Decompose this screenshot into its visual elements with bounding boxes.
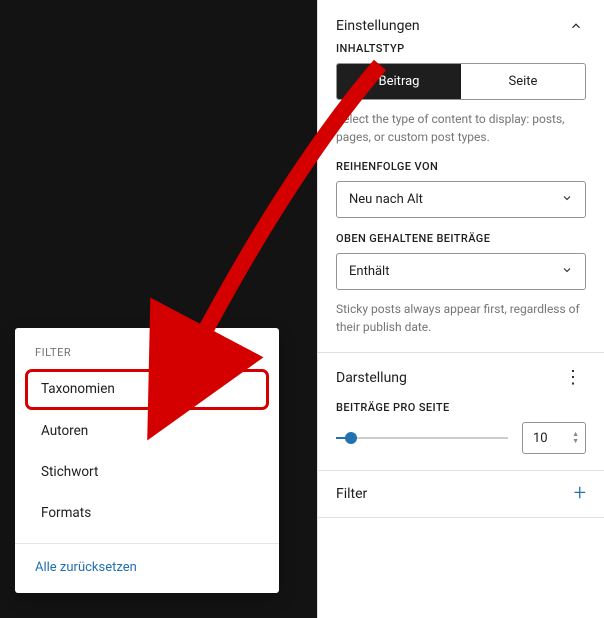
content-type-help: Select the type of content to display: p…: [336, 110, 586, 146]
per-page-slider[interactable]: [336, 428, 508, 448]
label-reihenfolge: REIHENFOLGE VON: [336, 160, 586, 173]
order-select[interactable]: Neu nach Alt: [336, 181, 586, 218]
filter-reset-link[interactable]: Alle zurücksetzen: [15, 544, 279, 593]
section-darstellung: Darstellung ⋮ BEITRÄGE PRO SEITE 10 ▲ ▼: [318, 353, 604, 471]
label-inhaltstyp: INHALTSTYP: [336, 42, 586, 55]
filter-popup: FILTER Taxonomien Autoren Stichwort Form…: [15, 328, 279, 593]
filter-menu-formats[interactable]: Formats: [25, 494, 269, 533]
section-title: Filter: [336, 486, 367, 502]
plus-icon[interactable]: +: [574, 483, 586, 505]
section-einstellungen: Einstellungen INHALTSTYP Beitrag Seite S…: [318, 0, 604, 353]
slider-track: [336, 437, 508, 439]
section-filter: Filter +: [318, 471, 604, 518]
settings-sidebar: Einstellungen INHALTSTYP Beitrag Seite S…: [317, 0, 604, 618]
section-title: Darstellung: [336, 370, 407, 386]
chevron-down-icon: [561, 192, 573, 207]
per-page-number-input[interactable]: 10 ▲ ▼: [522, 422, 586, 454]
number-stepper[interactable]: ▲ ▼: [572, 431, 579, 445]
more-options-icon[interactable]: ⋮: [560, 369, 586, 387]
content-type-seite[interactable]: Seite: [461, 64, 585, 99]
sticky-select-value: Enthält: [349, 264, 389, 279]
filter-popup-header: FILTER: [15, 328, 279, 369]
per-page-row: 10 ▲ ▼: [336, 422, 586, 454]
slider-thumb[interactable]: [345, 432, 357, 444]
content-type-segmented: Beitrag Seite: [336, 63, 586, 100]
label-per-page: BEITRÄGE PRO SEITE: [336, 401, 586, 414]
filter-menu-autoren[interactable]: Autoren: [25, 412, 269, 451]
section-einstellungen-toggle[interactable]: Einstellungen: [336, 16, 586, 36]
stepper-down-icon[interactable]: ▼: [572, 438, 579, 445]
filter-menu-stichwort[interactable]: Stichwort: [25, 453, 269, 492]
filter-menu-taxonomien[interactable]: Taxonomien: [25, 369, 269, 410]
per-page-value: 10: [533, 431, 548, 446]
sticky-help: Sticky posts always appear first, regard…: [336, 300, 586, 336]
content-type-beitrag[interactable]: Beitrag: [337, 64, 461, 99]
section-darstellung-toggle[interactable]: Darstellung ⋮: [336, 369, 586, 387]
chevron-down-icon: [561, 264, 573, 279]
label-sticky: OBEN GEHALTENE BEITRÄGE: [336, 232, 586, 245]
section-filter-toggle[interactable]: Filter +: [336, 483, 586, 505]
chevron-up-icon: [566, 16, 586, 36]
sticky-select[interactable]: Enthält: [336, 253, 586, 290]
section-title: Einstellungen: [336, 18, 420, 34]
order-select-value: Neu nach Alt: [349, 192, 423, 207]
canvas-dark-area: FILTER Taxonomien Autoren Stichwort Form…: [0, 0, 317, 618]
